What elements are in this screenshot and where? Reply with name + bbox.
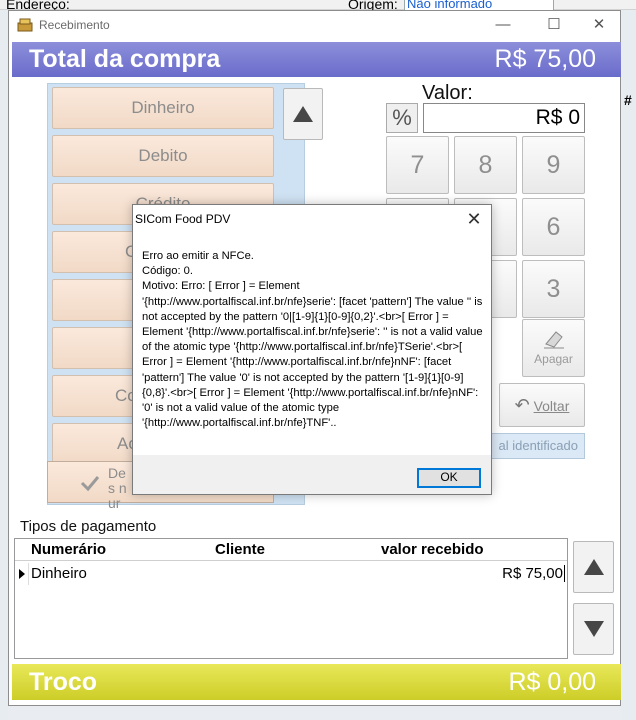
- arrow-up-icon: [293, 106, 313, 122]
- row-indicator: [15, 563, 29, 585]
- dialog-close-button[interactable]: ✕: [461, 207, 487, 231]
- valor-label: Valor:: [422, 82, 473, 104]
- window-title: Recebimento: [39, 18, 110, 32]
- total-value: R$ 75,00: [494, 45, 596, 73]
- voltar-button[interactable]: ↶ Voltar: [499, 383, 585, 427]
- ok-button[interactable]: OK: [417, 468, 481, 488]
- background-header: Endereço: Origem: Não informado: [0, 0, 636, 12]
- payment-button-dinheiro[interactable]: Dinheiro: [52, 87, 274, 129]
- keypad-6[interactable]: 6: [522, 198, 585, 256]
- cell-valor: R$ 75,00: [502, 565, 565, 582]
- keypad-9[interactable]: 9: [522, 136, 585, 194]
- arrow-down-icon: [583, 621, 604, 637]
- apagar-label: Apagar: [534, 352, 573, 366]
- dialog-title: SICom Food PDV: [135, 212, 231, 226]
- total-label: Total da compra: [29, 45, 221, 73]
- grid-scroll-up-button[interactable]: [573, 541, 614, 593]
- column-header-numerario: Numerário: [31, 541, 107, 558]
- app-icon: [17, 18, 33, 32]
- dialog-footer: OK: [133, 455, 491, 494]
- percent-button[interactable]: %: [386, 103, 418, 133]
- keypad-3[interactable]: 3: [522, 260, 585, 318]
- maximize-button[interactable]: ☐: [534, 14, 574, 36]
- troco-value: R$ 0,00: [508, 668, 596, 696]
- tipos-pagamento-grid: Numerário Cliente valor recebido Dinheir…: [14, 538, 568, 659]
- column-header-valor: valor recebido: [381, 541, 484, 558]
- background-column-header: #: [624, 92, 632, 108]
- error-dialog: SICom Food PDV ✕ Erro ao emitir a NFCe. …: [132, 204, 492, 495]
- checkmark-icon: [80, 476, 100, 492]
- minimize-button[interactable]: —: [483, 14, 523, 36]
- total-bar: Total da compra R$ 75,00: [12, 42, 621, 77]
- keypad-8[interactable]: 8: [454, 136, 517, 194]
- background-right-strip: #: [622, 10, 636, 720]
- cell-numerario: Dinheiro: [31, 565, 87, 582]
- keypad-7[interactable]: 7: [386, 136, 449, 194]
- table-row[interactable]: Dinheiro R$ 75,00: [15, 563, 567, 585]
- background-left-strip: [0, 10, 8, 720]
- grid-header: Numerário Cliente valor recebido: [15, 539, 567, 561]
- dialog-message: Erro ao emitir a NFCe. Código: 0. Motivo…: [142, 250, 483, 430]
- tipos-pagamento-label: Tipos de pagamento: [20, 518, 157, 535]
- eraser-icon: [543, 331, 564, 349]
- arrow-up-icon: [583, 559, 604, 575]
- window-titlebar[interactable]: Recebimento — ☐ ✕: [9, 11, 620, 40]
- payment-button-debito[interactable]: Debito: [52, 135, 274, 177]
- payment-scroll-up-button[interactable]: [283, 88, 323, 140]
- grid-scroll-down-button[interactable]: [573, 603, 614, 655]
- troco-bar: Troco R$ 0,00: [12, 664, 621, 700]
- row-pointer-icon: [19, 569, 25, 579]
- close-button[interactable]: ✕: [579, 14, 619, 36]
- voltar-label: Voltar: [533, 398, 570, 414]
- desmarcar-label: Des nur: [108, 465, 127, 511]
- apagar-button[interactable]: Apagar: [522, 319, 585, 377]
- column-header-cliente: Cliente: [215, 541, 266, 558]
- back-arrow-icon: ↶: [514, 395, 530, 415]
- troco-label: Troco: [29, 668, 98, 696]
- valor-input[interactable]: R$ 0: [423, 103, 585, 133]
